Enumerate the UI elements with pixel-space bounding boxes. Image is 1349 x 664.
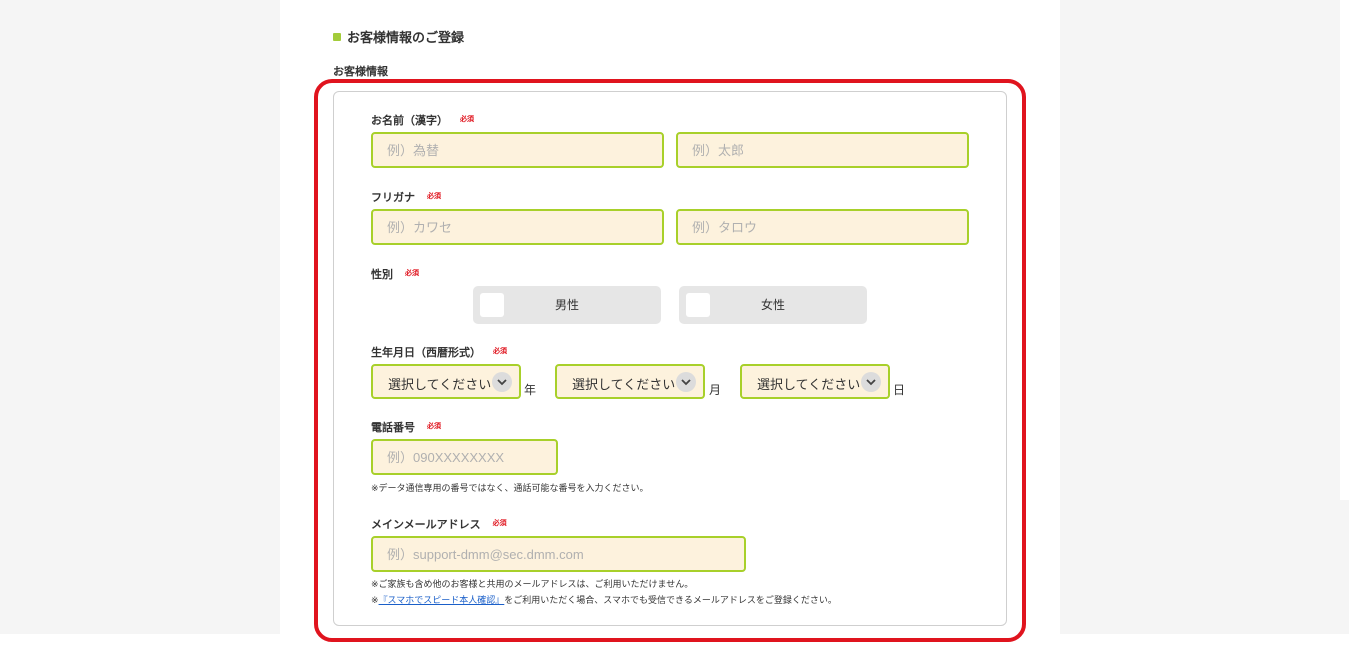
phone-label: 電話番号 必須 (371, 419, 441, 435)
gender-option-label: 女性 (760, 298, 785, 312)
first-name-kanji-input[interactable] (676, 132, 969, 168)
last-name-kanji-input[interactable] (371, 132, 664, 168)
gender-option-label: 男性 (554, 298, 579, 312)
chevron-down-icon (492, 372, 512, 392)
phone-note: ※データ通信専用の番号ではなく、通話可能な番号を入力ください。 (371, 484, 649, 494)
birth-day-value: 選択してください (757, 378, 861, 393)
phone-input[interactable] (371, 439, 558, 475)
gender-label-text: 性別 (371, 268, 393, 281)
email-label-text: メインメールアドレス (371, 518, 481, 531)
required-badge: 必須 (405, 269, 419, 277)
email-note-speed-verify: ※『スマホでスピード本人確認』をご利用いただく場合、スマホでも受信できるメールア… (371, 593, 837, 606)
gender-option-female[interactable]: 女性 (679, 286, 867, 324)
email-label: メインメールアドレス 必須 (371, 516, 507, 532)
gender-label: 性別 必須 (371, 266, 419, 282)
birth-month-value: 選択してください (572, 378, 676, 393)
required-badge: 必須 (460, 115, 474, 123)
email-note-suffix: をご利用いただく場合、スマホでも受信できるメールアドレスをご登録ください。 (504, 596, 837, 606)
birthdate-label: 生年月日（西暦形式） 必須 (371, 344, 507, 360)
phone-label-text: 電話番号 (371, 421, 415, 434)
customer-info-subheading: お客様情報 (333, 65, 388, 78)
section-heading: お客様情報のご登録 (333, 27, 464, 46)
section-heading-text: お客様情報のご登録 (347, 31, 465, 46)
first-name-kana-input[interactable] (676, 209, 969, 245)
background-right-edge (1340, 0, 1349, 500)
birth-year-select[interactable]: 選択してください (371, 364, 521, 399)
gender-option-male[interactable]: 男性 (473, 286, 661, 324)
background-right (1060, 0, 1349, 634)
name-kana-label-text: フリガナ (371, 191, 415, 204)
required-badge: 必須 (493, 347, 507, 355)
speed-verification-link[interactable]: 『スマホでスピード本人確認』 (379, 596, 505, 606)
year-unit: 年 (524, 383, 537, 397)
required-badge: 必須 (492, 519, 507, 527)
email-input[interactable] (371, 536, 746, 572)
email-note-shared: ※ご家族も含め他のお客様と共用のメールアドレスは、ご利用いただけません。 (371, 580, 694, 590)
month-unit: 月 (709, 383, 722, 397)
birth-day-select[interactable]: 選択してください (740, 364, 890, 399)
birth-month-select[interactable]: 選択してください (555, 364, 705, 399)
name-kanji-label-text: お名前（漢字） (371, 114, 448, 127)
heading-marker-icon (333, 32, 341, 41)
required-badge: 必須 (427, 192, 441, 200)
last-name-kana-input[interactable] (371, 209, 664, 245)
name-kana-label: フリガナ 必須 (371, 189, 441, 205)
birthdate-label-text: 生年月日（西暦形式） (371, 346, 481, 359)
day-unit: 日 (893, 383, 906, 397)
chevron-down-icon (676, 372, 696, 392)
birth-year-value: 選択してください (388, 378, 492, 393)
chevron-down-icon (861, 372, 881, 392)
required-badge: 必須 (427, 422, 441, 430)
name-kanji-label: お名前（漢字） 必須 (371, 112, 474, 128)
background-left (0, 0, 280, 634)
email-note-prefix: ※ (371, 596, 379, 606)
